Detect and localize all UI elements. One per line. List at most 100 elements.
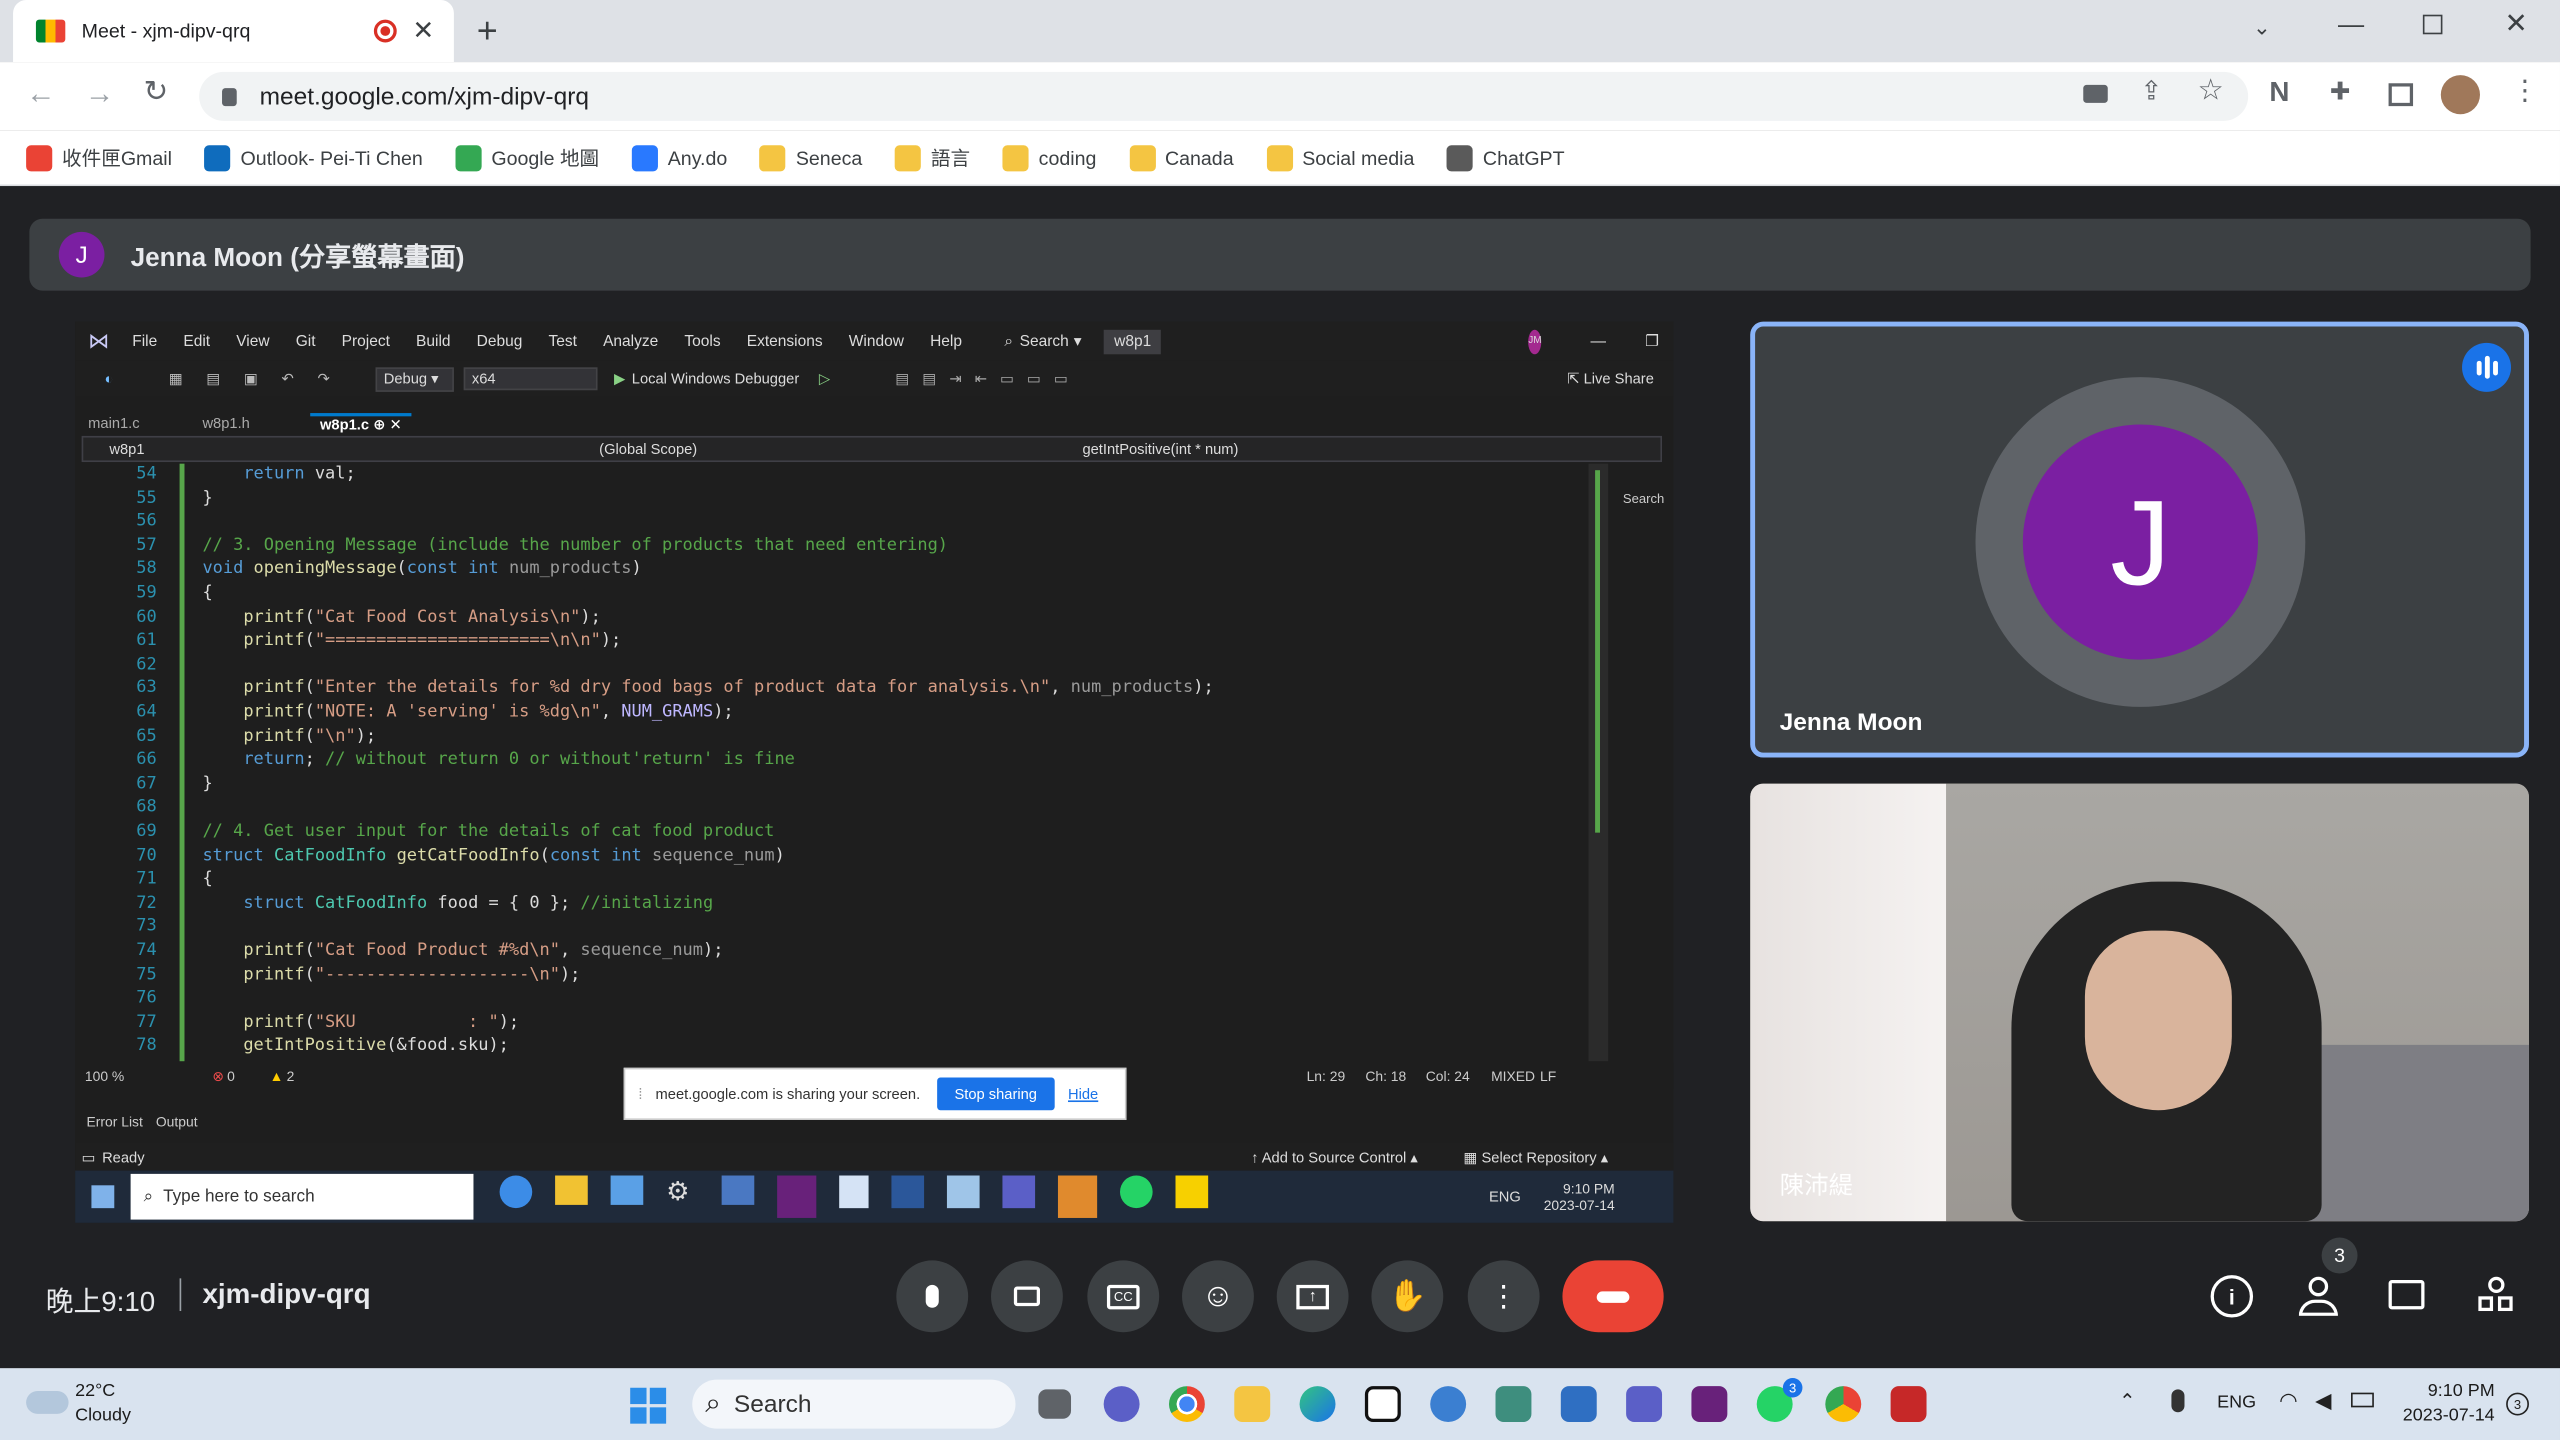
hide-button[interactable]: Hide: [1068, 1086, 1098, 1102]
error-count[interactable]: 0: [227, 1068, 269, 1084]
vs-minimize-icon[interactable]: —: [1590, 332, 1606, 350]
code-line[interactable]: }: [202, 487, 212, 507]
output-tab[interactable]: Output: [156, 1113, 198, 1129]
notion-extension-icon[interactable]: N: [2269, 77, 2289, 110]
encoding[interactable]: MIXED: [1491, 1068, 1540, 1084]
tab-search-icon[interactable]: ⌄: [2253, 15, 2271, 41]
vs-menu-git[interactable]: Git: [296, 332, 316, 350]
code-line[interactable]: printf("SKU : ");: [202, 1012, 519, 1032]
wifi-icon[interactable]: ◠: [2279, 1388, 2298, 1414]
nav-member[interactable]: getIntPositive(int * num): [1082, 441, 1238, 457]
tab-main1[interactable]: main1.c: [88, 415, 202, 431]
code-line[interactable]: printf("Cat Food Cost Analysis\n");: [202, 607, 601, 627]
code-line[interactable]: printf("Cat Food Product #%d\n", sequenc…: [202, 940, 723, 960]
extensions-icon[interactable]: ✚: [2330, 77, 2351, 106]
people-button[interactable]: [2298, 1276, 2341, 1316]
taskbar-search[interactable]: ⌕ Search: [692, 1379, 1016, 1429]
chrome-icon[interactable]: [1168, 1386, 1205, 1423]
taskbar-time[interactable]: 9:10 PM: [2397, 1381, 2495, 1401]
code-line[interactable]: struct CatFoodInfo getCatFoodInfo(const …: [202, 845, 784, 865]
vs-menu-extensions[interactable]: Extensions: [747, 332, 823, 350]
mic-tray-icon[interactable]: [2171, 1389, 2185, 1413]
nav-project[interactable]: w8p1: [109, 441, 599, 457]
notification-badge[interactable]: 3: [2506, 1392, 2529, 1416]
vs-menu-analyze[interactable]: Analyze: [603, 332, 658, 350]
code-line[interactable]: printf("Enter the details for %d dry foo…: [202, 678, 1213, 698]
vs-menu-view[interactable]: View: [236, 332, 269, 350]
code-line[interactable]: getIntPositive(&food.sku);: [202, 1036, 509, 1056]
share-icon[interactable]: ⇪: [2140, 75, 2162, 108]
language-indicator[interactable]: ENG: [2217, 1393, 2256, 1413]
participant-tile-camera[interactable]: 陳沛緹: [1750, 783, 2529, 1222]
camera-button[interactable]: [991, 1260, 1063, 1333]
debugger-button[interactable]: Local Windows Debugger: [632, 371, 799, 387]
teams-icon[interactable]: [1626, 1386, 1663, 1423]
code-line[interactable]: return val;: [202, 464, 355, 484]
new-tab-icon[interactable]: +: [477, 10, 498, 52]
forward-icon[interactable]: →: [85, 77, 114, 111]
weather-widget[interactable]: 22°C Cloudy: [26, 1381, 222, 1430]
taskbar-date[interactable]: 2023-07-14: [2397, 1406, 2495, 1426]
raise-hand-button[interactable]: ✋: [1371, 1260, 1444, 1333]
bookmark-item[interactable]: 語言: [894, 130, 970, 186]
address-bar[interactable]: meet.google.com/xjm-dipv-qrq: [199, 71, 2249, 121]
restore-icon[interactable]: [2422, 14, 2443, 35]
battery-icon[interactable]: [2351, 1392, 2374, 1408]
close-tab-icon[interactable]: ✕: [412, 15, 434, 48]
network-tool-icon[interactable]: [1560, 1386, 1597, 1423]
back-icon[interactable]: ←: [26, 77, 55, 111]
end-call-button[interactable]: [1562, 1260, 1664, 1333]
code-line[interactable]: printf("NOTE: A 'serving' is %dg\n", NUM…: [202, 702, 733, 722]
browser-tab[interactable]: Meet - xjm-dipv-qrq ✕: [13, 0, 454, 63]
snipping-tool-icon[interactable]: [1495, 1386, 1532, 1423]
add-source-control[interactable]: ↑ Add to Source Control ▴: [1251, 1149, 1418, 1167]
bookmark-item[interactable]: Any.do: [631, 130, 727, 186]
code-editor[interactable]: 54 return val; 55} 56 57 // 3. Opening Messa…: [75, 464, 1593, 1062]
code-line[interactable]: struct CatFoodInfo food = { 0 }; //inita…: [202, 893, 713, 913]
bookmark-item[interactable]: coding: [1002, 130, 1096, 186]
close-window-icon[interactable]: ✕: [2504, 8, 2527, 41]
camera-icon[interactable]: [2083, 84, 2108, 103]
bookmark-item[interactable]: Canada: [1129, 130, 1234, 186]
vs-menu-tools[interactable]: Tools: [684, 332, 720, 350]
vs-menu-window[interactable]: Window: [849, 332, 904, 350]
code-line[interactable]: printf("--------------------\n");: [202, 964, 580, 984]
show-hidden-icons[interactable]: ⌃: [2119, 1389, 2135, 1412]
config-dropdown[interactable]: Debug ▾: [375, 366, 454, 392]
teams-chat-icon[interactable]: [1103, 1386, 1140, 1423]
vs-menu-build[interactable]: Build: [416, 332, 450, 350]
tab-w8p1-h[interactable]: w8p1.h: [202, 415, 310, 431]
bookmark-item[interactable]: Google 地圖: [455, 130, 599, 186]
code-line[interactable]: }: [202, 774, 212, 794]
vs-menu-project[interactable]: Project: [342, 332, 390, 350]
vs-menu-edit[interactable]: Edit: [183, 332, 210, 350]
file-explorer-icon[interactable]: [1234, 1386, 1271, 1423]
chrome-profile-icon[interactable]: [1825, 1386, 1862, 1423]
bookmark-item[interactable]: Seneca: [759, 130, 862, 186]
captions-button[interactable]: CC: [1087, 1260, 1160, 1333]
code-line[interactable]: void openingMessage(const int num_produc…: [202, 559, 641, 579]
start-without-debug-icon[interactable]: ▷: [819, 370, 830, 388]
visual-studio-icon[interactable]: [1691, 1386, 1728, 1423]
side-panel-icon[interactable]: [2388, 83, 2414, 107]
windows-start-icon[interactable]: [630, 1387, 667, 1424]
inner-search-box[interactable]: ⌕ Type here to search: [130, 1173, 474, 1220]
profile-avatar[interactable]: [2440, 75, 2480, 115]
stop-sharing-button[interactable]: Stop sharing: [936, 1077, 1055, 1111]
present-button[interactable]: ↑: [1276, 1260, 1349, 1333]
vs-search[interactable]: ⌕ Search ▾: [1004, 332, 1081, 350]
chat-button[interactable]: [2388, 1279, 2425, 1310]
reload-icon[interactable]: ↻: [144, 75, 169, 109]
globe-icon[interactable]: [1430, 1386, 1467, 1423]
start-debugging-icon[interactable]: ▶: [614, 370, 625, 388]
live-share-button[interactable]: ⇱ Live Share: [1567, 370, 1654, 388]
participant-tile-jenna[interactable]: J Jenna Moon: [1750, 321, 2529, 758]
warning-count[interactable]: 2: [287, 1068, 295, 1084]
vertical-scrollbar[interactable]: [1588, 463, 1609, 1062]
more-options-button[interactable]: ⋮: [1467, 1260, 1540, 1333]
bookmark-item[interactable]: Outlook- Pei-Ti Chen: [204, 130, 423, 186]
code-line[interactable]: {: [202, 869, 212, 889]
vs-menu-test[interactable]: Test: [548, 332, 576, 350]
bookmark-item[interactable]: ChatGPT: [1447, 130, 1565, 186]
notion-icon[interactable]: [1364, 1386, 1401, 1423]
